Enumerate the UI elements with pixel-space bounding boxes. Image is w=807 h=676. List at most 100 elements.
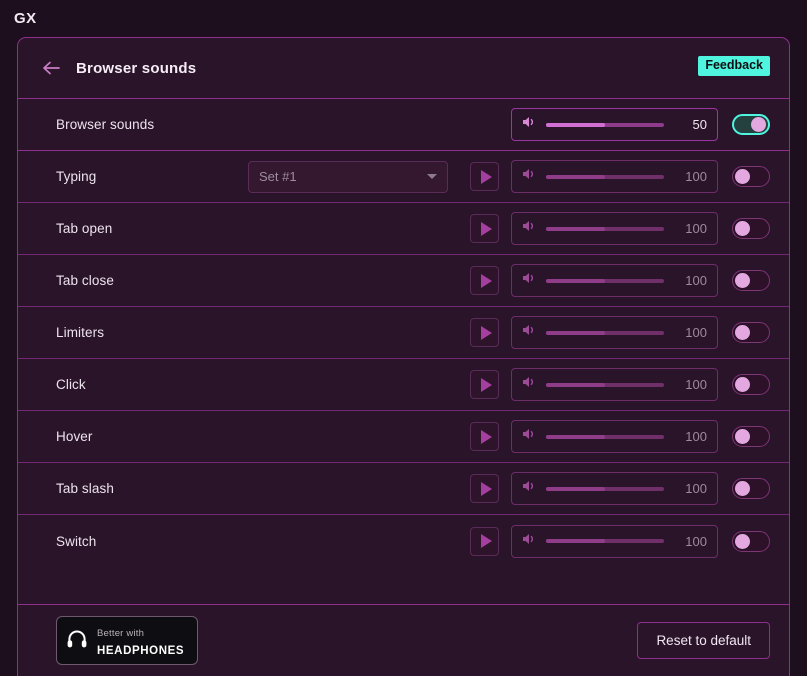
sound-row-options: Set #1 [246,160,470,193]
sound-volume-slider[interactable] [546,226,664,231]
toggle-knob [735,377,750,392]
speaker-glyph [523,273,534,283]
sound-row: Switch 100 [18,515,789,567]
sound-volume-control[interactable]: 100 [511,264,718,297]
speaker-icon [522,167,537,186]
sound-volume-value: 100 [685,273,707,288]
play-icon[interactable] [470,162,499,191]
speaker-icon [522,479,537,498]
sound-volume-value: 100 [685,533,707,549]
sound-row-toggle[interactable] [732,530,770,552]
sound-row-label: Hover [56,429,93,444]
sound-volume-fill [546,226,605,231]
speaker-icon [522,532,537,551]
speaker-icon [522,323,537,342]
sound-volume-control[interactable]: 100 [511,524,718,558]
sound-rows-list: Typing Set #1 100 Tab open 100 Tab close 100 Li… [18,151,789,567]
sound-row-toggle[interactable] [732,166,770,187]
sound-row-label: Click [56,377,86,392]
headphones-glyph [67,630,87,647]
sound-volume-value: 100 [685,169,707,184]
arrow-left-icon[interactable] [36,53,66,83]
reset-to-default-button[interactable]: Reset to default [637,622,770,659]
sound-row: Tab close 100 [18,255,789,307]
sound-row-toggle[interactable] [732,426,770,447]
master-sound-toggle[interactable] [732,114,770,135]
toggle-knob [735,429,750,444]
sound-volume-slider[interactable] [546,539,664,543]
play-icon[interactable] [470,526,499,556]
panel-footer: Better with HEADPHONES Reset to default [18,604,789,676]
sound-volume-fill [546,174,605,179]
sound-volume-slider[interactable] [546,174,664,179]
sound-volume-slider[interactable] [546,486,664,491]
sound-set-dropdown[interactable]: Set #1 [248,160,448,193]
sound-row-toggle[interactable] [732,322,770,343]
toggle-knob [735,481,750,496]
headphones-text: Better with HEADPHONES [97,623,184,659]
sound-volume-slider[interactable] [546,278,664,283]
feedback-button[interactable]: Feedback [698,56,770,77]
sound-row-label: Tab slash [56,481,114,496]
speaker-glyph [523,481,534,491]
sound-set-value: Set #1 [259,169,297,184]
toggle-knob [735,169,750,184]
sound-row-toggle[interactable] [732,270,770,291]
panel-header: Browser sounds Feedback [18,38,789,99]
speaker-glyph [523,533,534,544]
sound-row-toggle[interactable] [732,478,770,499]
speaker-glyph [523,377,534,387]
sound-volume-control[interactable]: 100 [511,472,718,505]
sound-volume-fill [546,486,605,491]
play-icon[interactable] [470,266,499,295]
master-volume-slider[interactable] [546,122,664,127]
sound-volume-fill [546,434,605,439]
play-triangle [480,273,492,288]
sound-volume-control[interactable]: 100 [511,212,718,245]
browser-sounds-panel: Browser sounds Feedback Browser sounds 5… [17,37,790,676]
master-volume-control[interactable]: 50 [511,108,718,141]
sound-volume-slider[interactable] [546,382,664,387]
toggle-knob [735,273,750,288]
sound-volume-slider[interactable] [546,434,664,439]
sound-row: Tab open 100 [18,203,789,255]
play-icon[interactable] [470,214,499,243]
speaker-icon [522,271,537,290]
master-sound-row: Browser sounds 50 [18,99,789,151]
sound-row-label: Tab open [56,221,113,236]
play-triangle [480,169,492,184]
sound-row: Tab slash 100 [18,463,789,515]
play-triangle [480,377,492,392]
sound-row-label: Tab close [56,273,114,288]
sound-row-toggle[interactable] [732,374,770,395]
toggle-knob [735,221,750,236]
sound-volume-control[interactable]: 100 [511,420,718,453]
sound-volume-value: 100 [685,481,707,496]
sound-volume-value: 100 [685,377,707,392]
sound-row-label: Typing [56,169,97,184]
play-icon[interactable] [470,422,499,451]
master-volume-value: 50 [692,117,707,132]
better-with-headphones-badge: Better with HEADPHONES [56,615,199,666]
play-icon[interactable] [470,474,499,503]
headphones-icon [66,628,88,654]
sound-volume-control[interactable]: 100 [511,160,718,193]
headphones-line2: HEADPHONES [97,644,185,657]
sound-volume-control[interactable]: 100 [511,368,718,401]
speaker-glyph [523,117,534,127]
play-icon[interactable] [470,370,499,399]
sound-volume-value: 100 [685,325,707,340]
master-volume-fill [546,122,605,127]
gx-logo: GX [14,10,37,27]
sound-row-label: Switch [56,533,97,549]
sound-volume-fill [546,278,605,283]
arrow-left-glyph [42,61,60,75]
play-icon[interactable] [470,318,499,347]
sound-volume-fill [546,539,605,543]
speaker-icon [522,115,537,134]
sound-volume-control[interactable]: 100 [511,316,718,349]
sound-volume-slider[interactable] [546,330,664,335]
sound-volume-fill [546,382,605,387]
sound-row-toggle[interactable] [732,218,770,239]
speaker-icon [522,219,537,238]
